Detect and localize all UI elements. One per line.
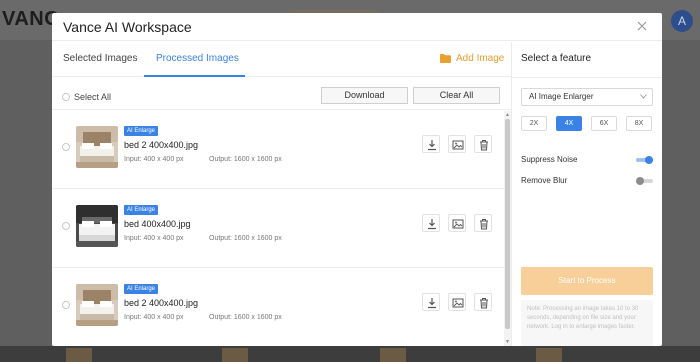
- download-icon: [428, 219, 436, 230]
- download-image-button[interactable]: [422, 293, 440, 311]
- chevron-down-icon: [640, 94, 647, 99]
- trash-icon: [480, 298, 488, 309]
- image-thumbnail: [76, 126, 118, 168]
- input-size: Input: 400 x 400 px: [124, 235, 184, 242]
- image-filename: bed 2 400x400.jpg: [124, 140, 199, 150]
- select-all-checkbox[interactable]: [62, 93, 70, 101]
- suppress-noise-label: Suppress Noise: [521, 155, 578, 164]
- toggle-knob: [645, 156, 653, 164]
- remove-blur-label: Remove Blur: [521, 176, 568, 185]
- tab-bar: Selected Images Processed Images Add Ima…: [52, 42, 511, 77]
- modal-header: Vance AI Workspace: [52, 13, 662, 41]
- image-compare-icon: [452, 298, 464, 308]
- add-image-label: Add Image: [456, 53, 505, 64]
- background-thumbnail: [536, 348, 562, 362]
- delete-image-button[interactable]: [474, 214, 492, 232]
- list-toolbar: Select All Download Clear All: [52, 78, 511, 110]
- tab-selected-images[interactable]: Selected Images: [63, 53, 138, 64]
- input-size: Input: 400 x 400 px: [124, 314, 184, 321]
- scale-option-2x[interactable]: 2X: [521, 116, 547, 131]
- image-panel: Selected Images Processed Images Add Ima…: [52, 42, 511, 346]
- background-thumbnail: [66, 348, 92, 362]
- background-thumbnail: [380, 348, 406, 362]
- output-size: Output: 1600 x 1600 px: [209, 235, 282, 242]
- output-size: Output: 1600 x 1600 px: [209, 314, 282, 321]
- compare-image-button[interactable]: [448, 214, 466, 232]
- remove-blur-toggle[interactable]: [636, 177, 653, 185]
- image-row-checkbox[interactable]: [62, 222, 70, 230]
- compare-image-button[interactable]: [448, 135, 466, 153]
- avatar: A: [671, 10, 693, 32]
- delete-image-button[interactable]: [474, 293, 492, 311]
- scale-option-4x[interactable]: 4X: [556, 116, 582, 131]
- feature-badge: AI Enlarge: [124, 284, 159, 294]
- output-size: Output: 1600 x 1600 px: [209, 156, 282, 163]
- compare-image-button[interactable]: [448, 293, 466, 311]
- toggle-knob: [636, 177, 644, 185]
- folder-icon: [440, 54, 451, 63]
- feature-panel-title: Select a feature: [521, 53, 592, 64]
- download-icon: [428, 298, 436, 309]
- image-row: AI Enlarge bed 2 400x400.jpg Input: 400 x …: [52, 111, 504, 189]
- start-process-button[interactable]: Start to Process: [521, 267, 653, 295]
- scale-option-8x[interactable]: 8X: [626, 116, 652, 131]
- feature-select[interactable]: AI Image Enlarger: [521, 88, 653, 106]
- delete-image-button[interactable]: [474, 135, 492, 153]
- active-tab-indicator: [144, 75, 245, 77]
- image-compare-icon: [452, 219, 464, 229]
- trash-icon: [480, 219, 488, 230]
- feature-select-value: AI Image Enlarger: [529, 92, 594, 101]
- tab-processed-images[interactable]: Processed Images: [156, 53, 239, 64]
- download-icon: [428, 140, 436, 151]
- image-row-checkbox[interactable]: [62, 143, 70, 151]
- image-compare-icon: [452, 140, 464, 150]
- trash-icon: [480, 140, 488, 151]
- list-scrollbar[interactable]: ▲ ▼: [504, 111, 511, 346]
- processing-note: Note: Processing an image takes 10 to 30…: [521, 300, 653, 346]
- suppress-noise-toggle[interactable]: [636, 156, 653, 164]
- background-logo: VANC: [2, 8, 60, 30]
- scroll-up-icon[interactable]: ▲: [505, 112, 510, 118]
- processed-image-list: AI Enlarge bed 2 400x400.jpg Input: 400 x …: [52, 111, 504, 346]
- close-icon[interactable]: [635, 19, 649, 33]
- image-filename: bed 400x400.jpg: [124, 219, 191, 229]
- image-thumbnail: [76, 284, 118, 326]
- modal-title: Vance AI Workspace: [63, 19, 192, 35]
- select-all-label: Select All: [74, 92, 112, 102]
- image-row-checkbox[interactable]: [62, 301, 70, 309]
- feature-panel: Select a feature AI Image Enlarger 2X 4X…: [511, 42, 662, 346]
- scroll-down-icon[interactable]: ▼: [505, 339, 510, 345]
- scale-option-6x[interactable]: 6X: [591, 116, 617, 131]
- background-thumbnail: [222, 348, 248, 362]
- divider: [512, 77, 662, 78]
- background-thumbnail-strip: [0, 346, 700, 362]
- image-thumbnail: [76, 205, 118, 247]
- download-image-button[interactable]: [422, 135, 440, 153]
- download-button[interactable]: Download: [321, 87, 408, 104]
- image-row: AI Enlarge bed 400x400.jpg Input: 400 x 40…: [52, 190, 504, 268]
- add-image-button[interactable]: Add Image: [440, 53, 504, 64]
- image-filename: bed 2 400x400.jpg: [124, 298, 199, 308]
- workspace-modal: Vance AI Workspace Selected Images Proce…: [52, 13, 662, 346]
- input-size: Input: 400 x 400 px: [124, 156, 184, 163]
- feature-badge: AI Enlarge: [124, 205, 159, 215]
- download-image-button[interactable]: [422, 214, 440, 232]
- clear-all-button[interactable]: Clear All: [413, 87, 500, 104]
- scrollbar-thumb[interactable]: [505, 119, 510, 329]
- image-row: AI Enlarge bed 2 400x400.jpg Input: 400 x …: [52, 269, 504, 346]
- feature-badge: AI Enlarge: [124, 126, 159, 136]
